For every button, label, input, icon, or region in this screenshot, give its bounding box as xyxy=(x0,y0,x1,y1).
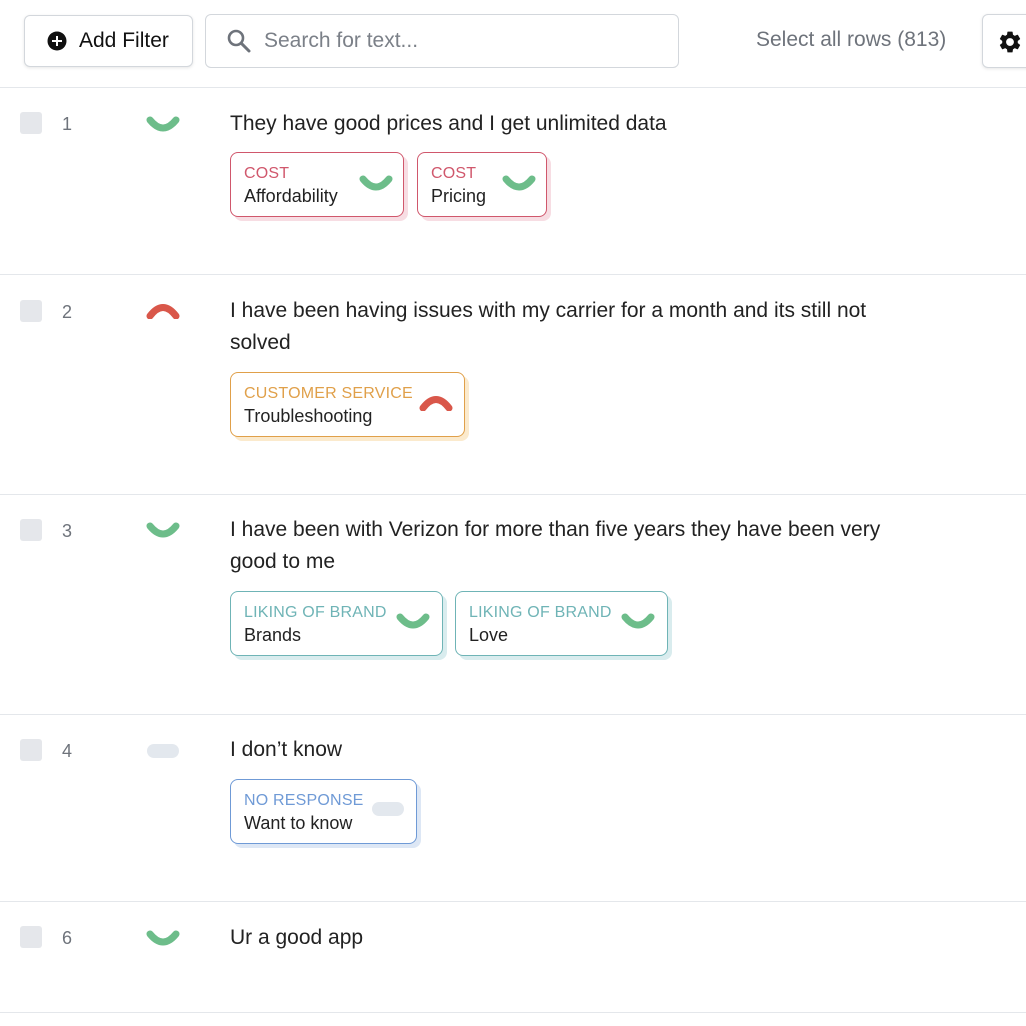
table-row: 3 I have been with Verizon for more than… xyxy=(0,495,1026,715)
smile-icon xyxy=(396,613,430,629)
theme-tag[interactable]: LIKING OF BRAND Love xyxy=(455,591,668,656)
toolbar: Add Filter Select all rows (813) xyxy=(0,0,1026,88)
frown-icon xyxy=(146,304,180,319)
smile-icon xyxy=(621,613,655,629)
row-checkbox[interactable] xyxy=(20,300,42,322)
search-input[interactable] xyxy=(264,29,644,53)
table-row: 6 Ur a good app xyxy=(0,902,1026,1013)
table-row: 4 I don’t know NO RESPONSE Want to know xyxy=(0,715,1026,902)
theme-tag[interactable]: NO RESPONSE Want to know xyxy=(230,779,417,844)
search-icon xyxy=(227,29,251,53)
smile-icon xyxy=(146,522,180,538)
plus-circle-icon xyxy=(47,31,67,51)
table-row: 2 I have been having issues with my carr… xyxy=(0,275,1026,495)
neutral-icon xyxy=(372,802,404,816)
table-row: 1 They have good prices and I get unlimi… xyxy=(0,88,1026,275)
row-number: 6 xyxy=(62,928,73,948)
response-text: I have been with Verizon for more than f… xyxy=(230,518,881,573)
smile-icon xyxy=(146,116,180,132)
response-text: They have good prices and I get unlimite… xyxy=(230,112,667,135)
frown-icon xyxy=(419,396,453,411)
select-all-rows-link[interactable]: Select all rows (813) xyxy=(756,28,946,52)
theme-tag[interactable]: COST Pricing xyxy=(417,152,547,217)
theme-tag[interactable]: COST Affordability xyxy=(230,152,404,217)
row-number: 1 xyxy=(62,114,73,134)
response-text: I have been having issues with my carrie… xyxy=(230,299,867,354)
settings-button[interactable] xyxy=(982,14,1026,68)
search-box[interactable] xyxy=(205,14,679,68)
theme-tag[interactable]: CUSTOMER SERVICE Troubleshooting xyxy=(230,372,465,437)
row-number: 2 xyxy=(62,302,73,322)
row-number: 3 xyxy=(62,521,73,541)
smile-icon xyxy=(146,930,180,946)
add-filter-label: Add Filter xyxy=(79,29,169,52)
row-checkbox[interactable] xyxy=(20,739,42,761)
response-text: Ur a good app xyxy=(230,926,364,949)
theme-tag[interactable]: LIKING OF BRAND Brands xyxy=(230,591,443,656)
response-text: I don’t know xyxy=(230,738,343,761)
gear-icon xyxy=(999,31,1021,53)
row-checkbox[interactable] xyxy=(20,519,42,541)
row-number: 4 xyxy=(62,741,73,761)
row-checkbox[interactable] xyxy=(20,112,42,134)
neutral-icon xyxy=(147,744,179,758)
add-filter-button[interactable]: Add Filter xyxy=(24,15,193,67)
row-checkbox[interactable] xyxy=(20,926,42,948)
smile-icon xyxy=(359,175,393,191)
smile-icon xyxy=(502,175,536,191)
